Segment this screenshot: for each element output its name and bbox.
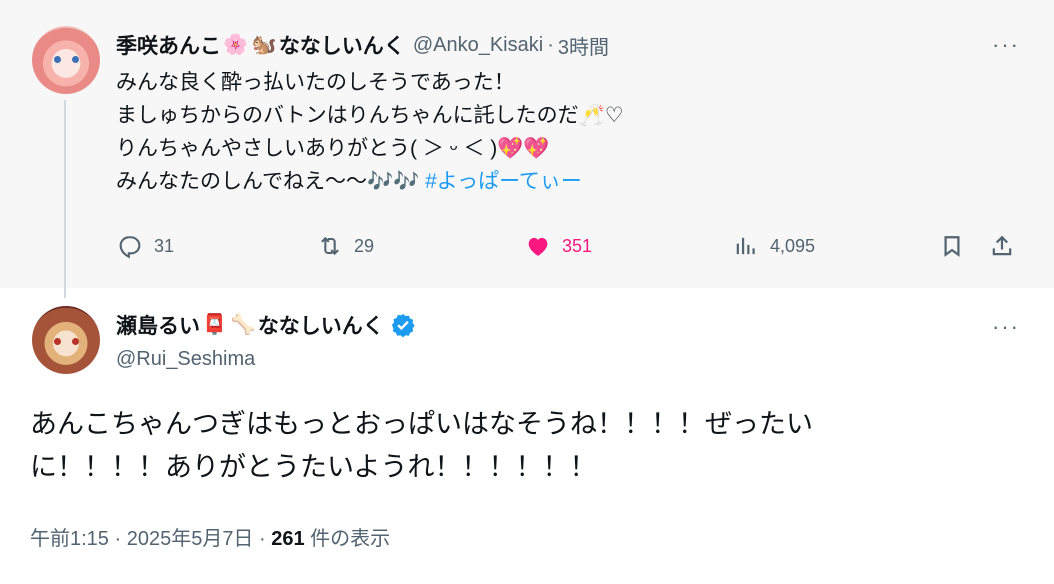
parent-line-4: みんなたのしんでねえ〜〜🎶🎶 #よっぱーてぃー — [116, 165, 1016, 198]
like-count: 351 — [562, 235, 593, 256]
main-avatar[interactable] — [32, 306, 100, 374]
parent-more-icon[interactable]: ··· — [992, 34, 1020, 56]
thread-connector — [64, 100, 66, 298]
bookmark-icon — [944, 236, 960, 257]
main-name-suffix[interactable]: ななしいんく — [258, 310, 384, 340]
timestamp-link[interactable]: 午前1:15 · 2025年5月7日 · — [30, 528, 271, 550]
repost-count: 29 — [354, 235, 375, 256]
parent-avatar[interactable] — [32, 26, 100, 94]
postbox-emoji: 📮 — [202, 314, 227, 336]
parent-name-suffix[interactable]: ななしいんく — [279, 30, 405, 60]
main-line-1: あんこちゃんつぎはもっとおっぱいはなそうね！！！！ぜったい — [30, 409, 813, 439]
bookmark-button[interactable] — [938, 232, 966, 260]
like-button[interactable]: 351 — [524, 232, 592, 260]
main-more-icon[interactable]: ··· — [992, 316, 1020, 338]
parent-time[interactable]: 3時間 — [558, 31, 609, 60]
main-handle-row: @Rui_Seshima — [116, 348, 255, 371]
main-header: 瀬島るい 📮 🦴 ななしいんく — [116, 310, 416, 340]
main-display-name[interactable]: 瀬島るい — [116, 310, 200, 340]
main-tweet-text: あんこちゃんつぎはもっとおっぱいはなそうね！！！！ぜったい に！！！！ありがとう… — [30, 403, 1030, 489]
heart-icon — [528, 237, 548, 256]
parent-display-name[interactable]: 季咲あんこ — [116, 30, 221, 60]
parent-header: 季咲あんこ 🌸 🐿️ ななしいんく @Anko_Kisaki · 3時間 — [116, 30, 609, 60]
verified-badge-icon[interactable] — [390, 312, 416, 338]
main-handle[interactable]: @Rui_Seshima — [116, 348, 255, 371]
views-button[interactable]: 4,095 — [732, 232, 815, 260]
repost-icon — [321, 236, 339, 256]
main-line-2: に！！！！ありがとうたいようれ！！！！！！ — [30, 452, 597, 482]
parent-line-3: りんちゃんやさしいありがとう( ＞ ᵕ ＜ )💖💖 — [116, 137, 550, 160]
parent-action-bar: 31 29 351 4,095 — [116, 232, 1026, 266]
parent-line-1: みんな良く酔っ払いたのしそうであった！ — [116, 71, 515, 94]
parent-tweet[interactable]: 季咲あんこ 🌸 🐿️ ななしいんく @Anko_Kisaki · 3時間 ···… — [0, 0, 1054, 288]
parent-tweet-text: みんな良く酔っ払いたのしそうであった！ ましゅちからのバトンはりんちゃんに託した… — [116, 66, 1016, 198]
parent-line-2: ましゅちからのバトンはりんちゃんに託したのだ🥂♡ — [116, 104, 624, 127]
cherry-blossom-emoji: 🌸 — [223, 34, 248, 56]
reply-icon — [119, 236, 141, 259]
bone-emoji: 🦴 — [230, 314, 256, 336]
parent-line-4-text: みんなたのしんでねえ〜〜🎶🎶 — [116, 170, 420, 193]
views-count: 4,095 — [770, 235, 816, 256]
views-number: 261 — [271, 528, 305, 550]
share-button[interactable] — [988, 232, 1016, 260]
parent-separator: · — [547, 33, 554, 56]
hashtag-link[interactable]: #よっぱーてぃー — [425, 170, 582, 193]
reply-button[interactable]: 31 — [116, 232, 174, 260]
views-label: 件の表示 — [304, 528, 391, 550]
reply-count: 31 — [154, 235, 175, 256]
views-icon — [736, 237, 755, 255]
share-icon — [992, 235, 1012, 256]
tweet-meta: 午前1:15 · 2025年5月7日 · 261 件の表示 — [30, 522, 390, 551]
repost-button[interactable]: 29 — [316, 232, 374, 260]
parent-handle[interactable]: @Anko_Kisaki — [413, 34, 543, 57]
squirrel-emoji: 🐿️ — [251, 34, 277, 56]
